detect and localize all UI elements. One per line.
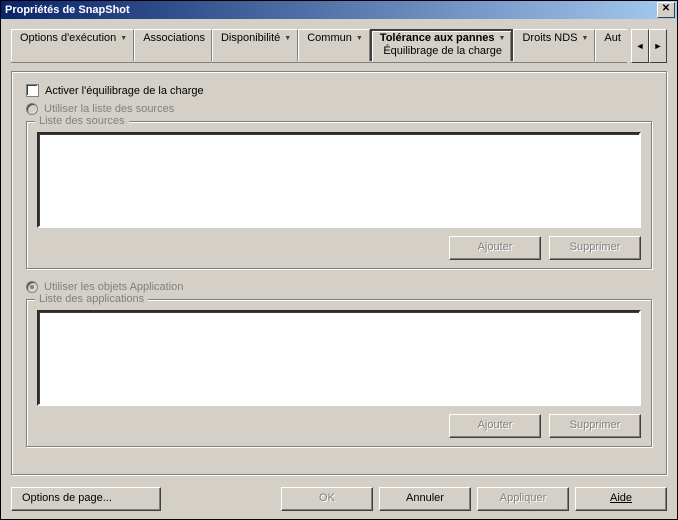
tab-scroll-right[interactable]: ► <box>649 29 667 63</box>
tab-strip: Options d'exécution ▼ Associations Dispo… <box>11 29 667 63</box>
use-source-list-row[interactable]: Utiliser la liste des sources <box>26 103 652 115</box>
tab-label: Tolérance aux pannes <box>380 32 495 44</box>
tabs-container: Options d'exécution ▼ Associations Dispo… <box>11 29 627 63</box>
sources-button-row: Ajouter Supprimer <box>37 236 641 260</box>
checkbox-icon <box>26 84 39 97</box>
enable-load-balancing-label: Activer l'équilibrage de la charge <box>45 85 204 97</box>
sources-listbox[interactable] <box>37 132 641 228</box>
radio-dot-icon <box>30 285 34 289</box>
tab-label: Commun <box>307 32 352 44</box>
applications-group-legend: Liste des applications <box>35 293 148 305</box>
ok-button[interactable]: OK <box>281 487 373 511</box>
enable-load-balancing-row[interactable]: Activer l'équilibrage de la charge <box>26 84 652 97</box>
close-icon: ✕ <box>662 3 670 14</box>
chevron-down-icon: ▼ <box>356 35 363 42</box>
applications-button-row: Ajouter Supprimer <box>37 414 641 438</box>
tab-scroll-buttons: ◄ ► <box>631 29 667 63</box>
tab-label: Aut <box>604 32 621 44</box>
tab-disponibilite[interactable]: Disponibilité ▼ <box>212 29 298 61</box>
tab-label: Associations <box>143 32 205 44</box>
chevron-down-icon: ▼ <box>284 35 291 42</box>
sources-add-button[interactable]: Ajouter <box>449 236 541 260</box>
applications-listbox[interactable] <box>37 310 641 406</box>
chevron-down-icon: ▼ <box>499 35 506 42</box>
window-title: Propriétés de SnapShot <box>5 4 130 16</box>
tab-options-execution[interactable]: Options d'exécution ▼ <box>11 29 134 61</box>
tab-droits-nds[interactable]: Droits NDS ▼ <box>513 29 595 61</box>
tab-panel: Activer l'équilibrage de la charge Utili… <box>11 71 667 475</box>
cancel-button[interactable]: Annuler <box>379 487 471 511</box>
dialog-window: Propriétés de SnapShot ✕ Options d'exécu… <box>0 0 678 520</box>
tab-autres[interactable]: Aut <box>595 29 627 61</box>
sources-group-legend: Liste des sources <box>35 115 129 127</box>
use-application-objects-label: Utiliser les objets Application <box>44 281 183 293</box>
use-application-objects-row[interactable]: Utiliser les objets Application <box>26 281 652 293</box>
tab-label: Droits NDS <box>522 32 577 44</box>
tab-sublabel: Équilibrage de la charge <box>383 45 502 57</box>
arrow-right-icon: ► <box>654 41 663 51</box>
radio-icon <box>26 281 38 293</box>
titlebar: Propriétés de SnapShot ✕ <box>1 1 677 19</box>
tab-commun[interactable]: Commun ▼ <box>298 29 370 61</box>
radio-icon <box>26 103 38 115</box>
chevron-down-icon: ▼ <box>581 35 588 42</box>
tab-scroll-left[interactable]: ◄ <box>631 29 649 63</box>
tab-label: Options d'exécution <box>20 32 116 44</box>
sources-group: Liste des sources Ajouter Supprimer <box>26 121 652 269</box>
tab-label: Disponibilité <box>221 32 280 44</box>
page-options-button[interactable]: Options de page... <box>11 487 161 511</box>
use-source-list-label: Utiliser la liste des sources <box>44 103 174 115</box>
help-button[interactable]: Aide <box>575 487 667 511</box>
close-button[interactable]: ✕ <box>657 2 675 18</box>
apply-button[interactable]: Appliquer <box>477 487 569 511</box>
applications-group: Liste des applications Ajouter Supprimer <box>26 299 652 447</box>
tab-associations[interactable]: Associations <box>134 29 212 61</box>
chevron-down-icon: ▼ <box>120 35 127 42</box>
dialog-footer: Options de page... OK Annuler Appliquer … <box>1 483 677 519</box>
arrow-left-icon: ◄ <box>636 41 645 51</box>
applications-add-button[interactable]: Ajouter <box>449 414 541 438</box>
applications-remove-button[interactable]: Supprimer <box>549 414 641 438</box>
sources-remove-button[interactable]: Supprimer <box>549 236 641 260</box>
tab-tolerance-pannes[interactable]: Tolérance aux pannes ▼ Équilibrage de la… <box>370 29 514 61</box>
